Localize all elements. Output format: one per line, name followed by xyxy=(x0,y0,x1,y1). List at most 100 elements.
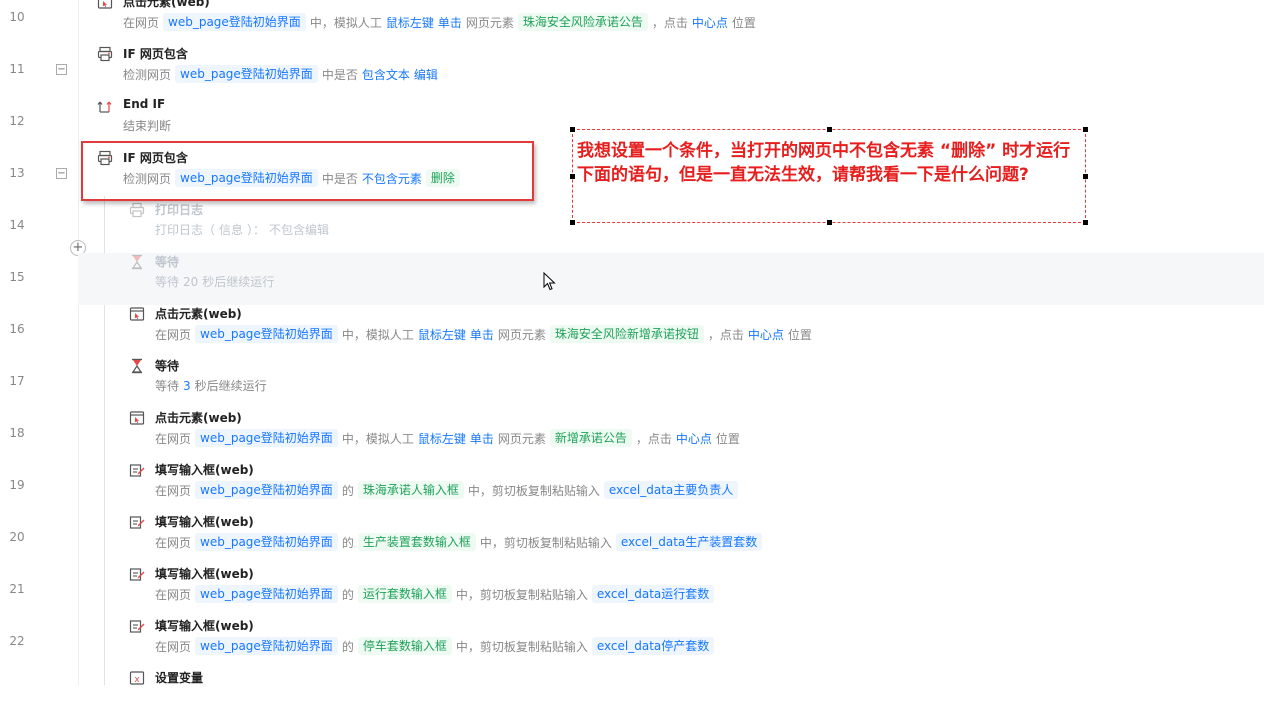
step-row[interactable]: 填写输入框(web) 在网页 web_page登陆初始界面的运行套数输入框 中，剪切板… xyxy=(78,565,1264,617)
option-value[interactable]: 编辑 xyxy=(414,66,438,83)
param-tag[interactable]: 珠海安全风险新增承诺按钮 xyxy=(549,325,704,343)
param-tag[interactable]: web_page登陆初始界面 xyxy=(195,585,338,603)
step-title: 填写输入框(web) xyxy=(155,567,254,581)
click-element-icon xyxy=(129,306,145,322)
annotation-text: 我想设置一个条件，当打开的网页中不包含无素 “删除” 时才运行下面的语句，但是一… xyxy=(577,141,1071,185)
step-row[interactable]: 等待等待 3 秒后继续运行 xyxy=(78,357,1264,409)
step-title: 等待 xyxy=(155,359,180,373)
desc-text: 在网页 xyxy=(155,483,192,498)
desc-text: 结束判断 xyxy=(123,119,172,133)
resize-handle[interactable] xyxy=(1083,220,1088,225)
param-tag[interactable]: 珠海承诺人输入框 xyxy=(357,481,464,499)
step-row[interactable]: 填写输入框(web) 在网页 web_page登陆初始界面的生产装置套数输入框 中，剪… xyxy=(78,513,1264,565)
step-row[interactable]: x 设置变量 xyxy=(78,669,1264,721)
wait-icon xyxy=(129,254,145,270)
step-description: 结束判断 xyxy=(123,117,171,134)
desc-text: 中，模拟人工 xyxy=(341,431,414,446)
desc-text: 的 xyxy=(341,535,354,550)
step-title: 填写输入框(web) xyxy=(155,619,254,633)
line-number: 21 xyxy=(9,582,25,596)
desc-text: 在网页 xyxy=(155,639,192,654)
option-value[interactable]: 鼠标左键 xyxy=(386,14,434,31)
step-row[interactable]: 点击元素(web) 在网页 web_page登陆初始界面 中，模拟人工 鼠标左键 单击 网页… xyxy=(78,409,1264,461)
click-element-icon xyxy=(97,0,113,10)
desc-text: 秒后继续运行 xyxy=(194,379,267,393)
line-number: 22 xyxy=(9,634,25,648)
param-tag[interactable]: web_page登陆初始界面 xyxy=(163,13,306,31)
step-description: 等待 3 秒后继续运行 xyxy=(155,377,267,394)
fill-input-icon xyxy=(129,514,145,530)
param-tag[interactable]: 运行套数输入框 xyxy=(357,585,452,603)
option-value[interactable]: 信息 xyxy=(219,221,243,238)
step-row[interactable]: 填写输入框(web) 在网页 web_page登陆初始界面的停车套数输入框 中，剪切板… xyxy=(78,617,1264,669)
resize-handle[interactable] xyxy=(570,174,575,179)
param-tag[interactable]: web_page登陆初始界面 xyxy=(175,65,318,83)
param-tag[interactable]: web_page登陆初始界面 xyxy=(195,325,338,343)
if-web-contains-icon xyxy=(97,46,113,62)
step-description: 在网页 web_page登陆初始界面的生产装置套数输入框 中，剪切板复制粘贴输入 ex… xyxy=(155,533,763,551)
desc-text: 打印日志（ xyxy=(155,223,216,237)
desc-text: 网页元素 xyxy=(465,15,514,30)
param-tag[interactable]: web_page登陆初始界面 xyxy=(195,429,338,447)
option-value[interactable]: 3 xyxy=(183,379,191,393)
resize-handle[interactable] xyxy=(827,127,832,132)
desc-text: 的 xyxy=(341,483,354,498)
desc-text: 检测网页 xyxy=(123,67,172,82)
step-title: 点击元素(web) xyxy=(123,0,210,9)
param-tag[interactable]: excel_data运行套数 xyxy=(591,585,715,603)
desc-text: ，点击 xyxy=(707,327,744,342)
fill-input-icon xyxy=(129,618,145,634)
param-tag[interactable]: excel_data停产套数 xyxy=(591,637,715,655)
option-value[interactable]: 单击 xyxy=(438,14,462,31)
option-value[interactable]: 单击 xyxy=(470,430,494,447)
param-tag[interactable]: 停车套数输入框 xyxy=(357,637,452,655)
resize-handle[interactable] xyxy=(1083,174,1088,179)
line-number: 11 xyxy=(9,62,25,76)
param-tag[interactable]: web_page登陆初始界面 xyxy=(195,637,338,655)
resize-handle[interactable] xyxy=(570,220,575,225)
option-value[interactable]: 鼠标左键 xyxy=(418,326,466,343)
step-row[interactable]: 点击元素(web) 在网页 web_page登陆初始界面 中，模拟人工 鼠标左键 单击 网页… xyxy=(78,305,1264,357)
option-value[interactable]: 单击 xyxy=(470,326,494,343)
option-value[interactable]: 不包含编辑 xyxy=(269,221,329,238)
param-tag[interactable]: web_page登陆初始界面 xyxy=(195,481,338,499)
fold-toggle[interactable]: − xyxy=(56,64,67,75)
desc-text: ，点击 xyxy=(635,431,672,446)
desc-text: 网页元素 xyxy=(497,431,546,446)
resize-handle[interactable] xyxy=(827,220,832,225)
desc-text: ，点击 xyxy=(651,15,688,30)
desc-text: 位置 xyxy=(715,431,740,446)
option-value[interactable]: 鼠标左键 xyxy=(418,430,466,447)
option-value[interactable]: 中心点 xyxy=(676,430,712,447)
desc-text: ）： xyxy=(247,223,266,237)
step-row[interactable]: IF 网页包含 检测网页 web_page登陆初始界面 中是否 包含文本 编辑 xyxy=(78,45,1264,97)
option-value[interactable]: 包含文本 xyxy=(362,66,410,83)
fill-input-icon xyxy=(129,566,145,582)
desc-text: 在网页 xyxy=(155,587,192,602)
param-tag[interactable]: 珠海安全风险承诺公告 xyxy=(517,13,648,31)
fold-toggle[interactable]: − xyxy=(56,168,67,179)
desc-text: 中，剪切板复制粘贴输入 xyxy=(479,535,612,550)
step-description: 在网页 web_page登陆初始界面的停车套数输入框 中，剪切板复制粘贴输入 exce… xyxy=(155,637,715,655)
step-title: 等待 xyxy=(155,255,180,269)
param-tag[interactable]: web_page登陆初始界面 xyxy=(195,533,338,551)
step-row[interactable]: 填写输入框(web) 在网页 web_page登陆初始界面的珠海承诺人输入框 中，剪切… xyxy=(78,461,1264,513)
param-tag[interactable]: excel_data主要负责人 xyxy=(603,481,739,499)
step-description: 检测网页 web_page登陆初始界面 中是否 包含文本 编辑 xyxy=(123,65,438,83)
step-row[interactable]: 点击元素(web) 在网页 web_page登陆初始界面 中，模拟人工 鼠标左键 单击 网页… xyxy=(78,0,1264,45)
resize-handle[interactable] xyxy=(570,127,575,132)
param-tag[interactable]: 新增承诺公告 xyxy=(549,429,632,447)
option-value[interactable]: 中心点 xyxy=(748,326,784,343)
desc-text: 网页元素 xyxy=(497,327,546,342)
desc-text: 位置 xyxy=(787,327,812,342)
svg-text:x: x xyxy=(134,675,140,685)
param-tag[interactable]: excel_data生产装置套数 xyxy=(615,533,763,551)
resize-handle[interactable] xyxy=(1083,127,1088,132)
param-tag[interactable]: 生产装置套数输入框 xyxy=(357,533,476,551)
option-value[interactable]: 中心点 xyxy=(692,14,728,31)
step-title: 填写输入框(web) xyxy=(155,515,254,529)
option-value[interactable]: 20 xyxy=(183,275,198,289)
step-description: 在网页 web_page登陆初始界面的运行套数输入框 中，剪切板复制粘贴输入 exce… xyxy=(155,585,715,603)
line-number: 20 xyxy=(9,530,25,544)
step-row[interactable]: 等待 等待 20 秒后继续运行 xyxy=(78,253,1264,305)
